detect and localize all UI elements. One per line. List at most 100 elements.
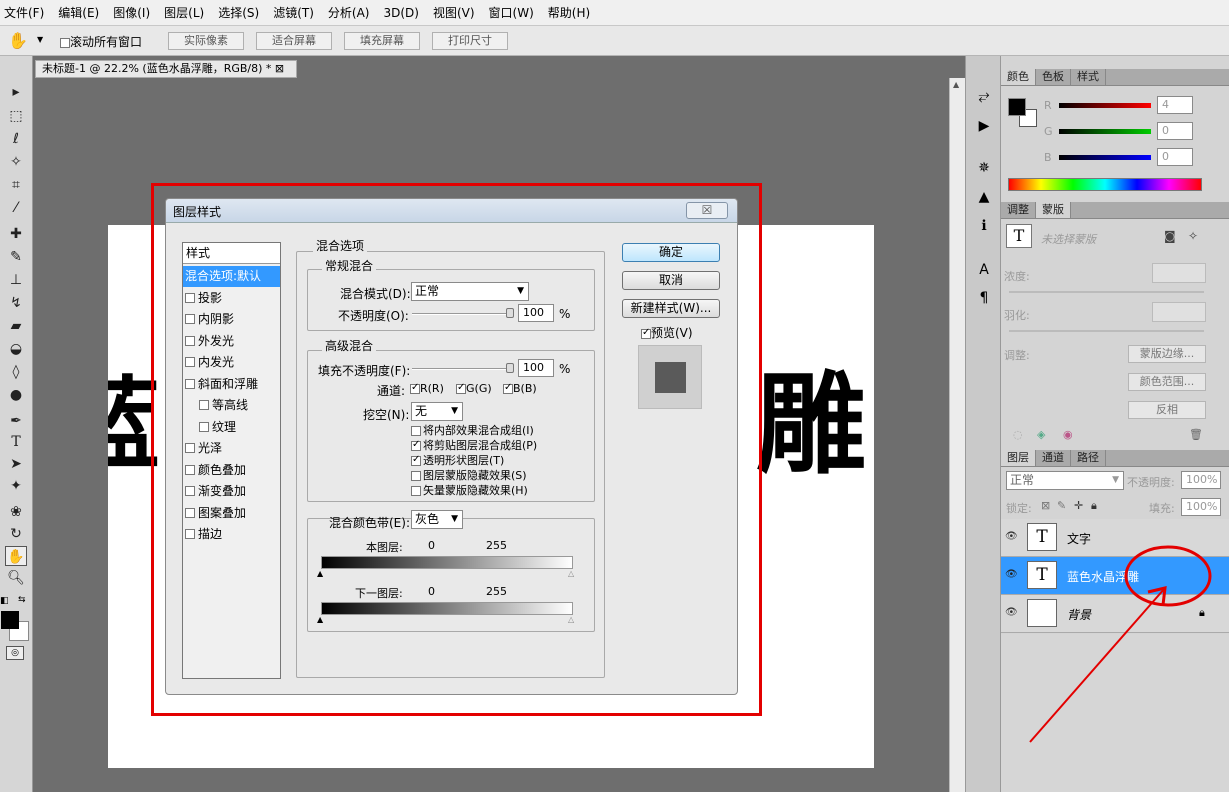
menu-window[interactable]: 窗口(W)	[489, 4, 534, 21]
blur-tool-icon[interactable]: ◊	[5, 362, 27, 382]
delete-mask-icon[interactable]: 🗑︎	[1189, 428, 1203, 441]
pixel-mask-icon[interactable]: ◙	[1164, 229, 1176, 243]
info-panel-icon[interactable]: ℹ	[974, 216, 994, 236]
eye-icon[interactable]: 👁︎	[1005, 607, 1019, 619]
menu-analysis[interactable]: 分析(A)	[328, 4, 370, 21]
red-channel-input[interactable]: 4	[1157, 96, 1193, 114]
dodge-tool-icon[interactable]: ●	[5, 385, 27, 405]
green-channel-input[interactable]: 0	[1157, 122, 1193, 140]
document-vertical-scrollbar[interactable]: ▲	[949, 78, 965, 792]
hand-tool-active-icon[interactable]: ✋	[5, 546, 27, 566]
color-range-button[interactable]: 颜色范围...	[1128, 373, 1206, 391]
density-slider[interactable]	[1009, 291, 1204, 293]
shape-tool-icon[interactable]: ✦	[5, 476, 27, 496]
apply-mask-icon[interactable]: ◈	[1037, 428, 1045, 441]
lock-position-icon[interactable]: ✛	[1074, 499, 1083, 512]
feather-input[interactable]	[1152, 302, 1206, 322]
move-tool-icon[interactable]: ▸	[5, 82, 27, 102]
layer-blend-mode-select[interactable]: 正常 ▼	[1006, 471, 1124, 490]
vector-mask-icon[interactable]: ✧	[1188, 229, 1198, 243]
blue-channel-input[interactable]: 0	[1157, 148, 1193, 166]
menu-edit[interactable]: 编辑(E)	[58, 4, 99, 21]
feather-slider[interactable]	[1009, 330, 1204, 332]
mask-edge-button[interactable]: 蒙版边缘...	[1128, 345, 1206, 363]
character-panel-icon[interactable]: A	[974, 260, 994, 280]
eye-icon[interactable]: 👁︎	[1005, 569, 1019, 581]
3d-rotate-tool-icon[interactable]: ❀	[5, 502, 27, 522]
eyedropper-tool-icon[interactable]: ⁄	[5, 198, 27, 218]
red-channel-label: R	[1044, 99, 1052, 112]
menu-file[interactable]: 文件(F)	[4, 4, 44, 21]
menu-select[interactable]: 选择(S)	[218, 4, 259, 21]
history-panel-icon[interactable]: ⥂	[974, 86, 994, 106]
color-panel-foreground-swatch[interactable]	[1008, 98, 1026, 116]
marquee-tool-icon[interactable]: ⬚	[5, 106, 27, 126]
layer-fill-input[interactable]: 100%	[1181, 498, 1221, 516]
red-channel-slider[interactable]	[1059, 103, 1151, 108]
scroll-all-windows-option[interactable]: 滚动所有窗口	[60, 33, 142, 50]
menu-help[interactable]: 帮助(H)	[548, 4, 590, 21]
annotation-circle	[1124, 545, 1212, 607]
print-size-button[interactable]: 打印尺寸	[432, 32, 508, 50]
scroll-all-checkbox[interactable]	[60, 37, 70, 48]
menu-filter[interactable]: 滤镜(T)	[273, 4, 314, 21]
paint-bucket-tool-icon[interactable]: ◒	[5, 339, 27, 359]
actual-pixels-button[interactable]: 实际像素	[168, 32, 244, 50]
lock-transparent-icon[interactable]: ⊠	[1041, 499, 1050, 512]
layer-opacity-input[interactable]: 100%	[1181, 471, 1221, 489]
tab-swatches[interactable]: 色板	[1036, 69, 1071, 85]
menu-3d[interactable]: 3D(D)	[383, 6, 418, 20]
quick-mask-icon[interactable]: ◎	[6, 646, 24, 660]
eraser-tool-icon[interactable]: ▰	[5, 316, 27, 336]
crop-tool-icon[interactable]: ⌗	[5, 175, 27, 195]
healing-brush-tool-icon[interactable]: ✚	[5, 224, 27, 244]
navigator-panel-icon[interactable]: ✵	[974, 158, 994, 178]
scroll-up-icon[interactable]: ▲	[953, 80, 959, 89]
lasso-tool-icon[interactable]: ℓ	[5, 129, 27, 149]
options-bar: ✋ ▼ 滚动所有窗口 实际像素 适合屏幕 填充屏幕 打印尺寸	[0, 26, 1229, 56]
pen-tool-icon[interactable]: ✒	[5, 411, 27, 431]
history-brush-tool-icon[interactable]: ↯	[5, 293, 27, 313]
hand-tool-icon[interactable]: ✋	[8, 31, 28, 50]
tab-color[interactable]: 颜色	[1001, 69, 1036, 85]
path-select-tool-icon[interactable]: ➤	[5, 454, 27, 474]
tool-preset-arrow-icon[interactable]: ▼	[37, 35, 43, 44]
paragraph-panel-icon[interactable]: ¶	[974, 288, 994, 308]
blue-channel-slider[interactable]	[1059, 155, 1151, 160]
green-channel-slider[interactable]	[1059, 129, 1151, 134]
menu-view[interactable]: 视图(V)	[433, 4, 475, 21]
actions-panel-icon[interactable]: ▶	[974, 116, 994, 136]
stamp-tool-icon[interactable]: ⊥	[5, 270, 27, 290]
tab-channels[interactable]: 通道	[1036, 450, 1071, 466]
blue-channel-label: B	[1044, 151, 1052, 164]
tab-masks[interactable]: 蒙版	[1036, 202, 1071, 218]
menu-layer[interactable]: 图层(L)	[164, 4, 204, 21]
document-tab[interactable]: 未标题-1 @ 22.2% (蓝色水晶浮雕，RGB/8) * ⊠	[35, 60, 297, 78]
histogram-panel-icon[interactable]: ▲	[974, 187, 994, 207]
tab-paths[interactable]: 路径	[1071, 450, 1106, 466]
load-selection-icon[interactable]: ◌	[1013, 428, 1023, 441]
lock-all-icon[interactable]: 🔒︎	[1091, 499, 1097, 513]
fill-screen-button[interactable]: 填充屏幕	[344, 32, 420, 50]
invert-button[interactable]: 反相	[1128, 401, 1206, 419]
quick-select-tool-icon[interactable]: ✧	[5, 152, 27, 172]
fit-screen-button[interactable]: 适合屏幕	[256, 32, 332, 50]
zoom-tool-icon[interactable]: 🔍︎	[5, 568, 27, 588]
tab-styles[interactable]: 样式	[1071, 69, 1106, 85]
default-colors-icon[interactable]: ◧	[0, 596, 9, 606]
swap-colors-icon[interactable]: ⇆	[18, 595, 26, 605]
eye-icon[interactable]: 👁︎	[1005, 531, 1019, 543]
menu-image[interactable]: 图像(I)	[113, 4, 150, 21]
density-input[interactable]	[1152, 263, 1206, 283]
annotation-highlight-box	[151, 183, 762, 716]
foreground-color-swatch[interactable]	[1, 611, 19, 629]
lock-pixels-icon[interactable]: ✎	[1057, 499, 1066, 512]
type-tool-icon[interactable]: T	[5, 432, 27, 452]
tab-layers[interactable]: 图层	[1001, 450, 1036, 466]
disable-mask-icon[interactable]: ◉	[1063, 428, 1073, 441]
tab-adjustments[interactable]: 调整	[1001, 202, 1036, 218]
brush-tool-icon[interactable]: ✎	[5, 247, 27, 267]
3d-orbit-tool-icon[interactable]: ↻	[5, 524, 27, 544]
color-spectrum-ramp[interactable]	[1008, 178, 1202, 191]
close-tab-icon[interactable]: ⊠	[275, 62, 284, 75]
